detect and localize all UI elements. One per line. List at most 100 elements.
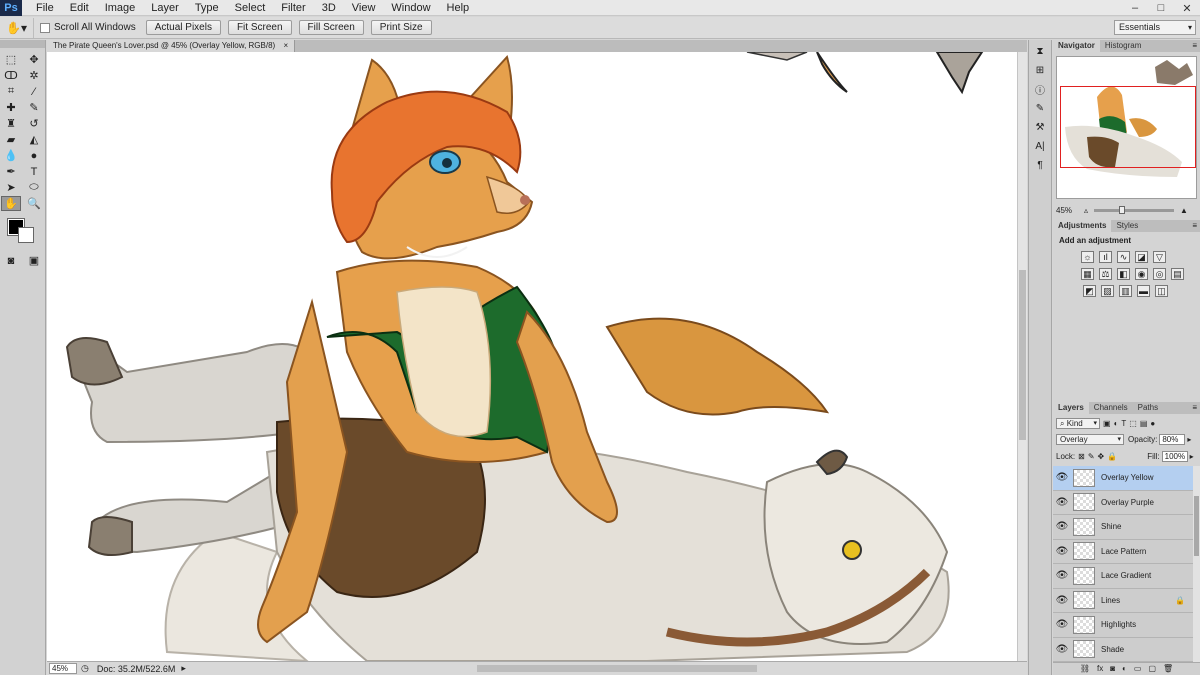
- color-lookup-icon[interactable]: ▤: [1171, 268, 1184, 280]
- selective-color-icon[interactable]: ◫: [1155, 285, 1168, 297]
- tab-layers[interactable]: Layers: [1053, 402, 1089, 414]
- zoom-out-icon[interactable]: ▵: [1084, 206, 1088, 215]
- pen-tool-icon[interactable]: ✒: [1, 164, 21, 179]
- menu-help[interactable]: Help: [439, 0, 478, 16]
- path-selection-tool-icon[interactable]: ➤: [1, 180, 21, 195]
- lasso-tool-icon[interactable]: ↀ: [1, 68, 21, 83]
- layers-scroll-thumb[interactable]: [1194, 496, 1199, 556]
- layer-kind-select[interactable]: ⌕ Kind ▾: [1056, 418, 1100, 429]
- visibility-eye-icon[interactable]: 👁: [1053, 521, 1071, 532]
- vertical-scroll-thumb[interactable]: [1019, 270, 1026, 440]
- layer-row[interactable]: 👁 Overlay Yellow: [1053, 466, 1193, 491]
- menu-window[interactable]: Window: [383, 0, 438, 16]
- shape-filter-icon[interactable]: ⬚: [1129, 419, 1137, 428]
- maximize-button[interactable]: □: [1148, 0, 1174, 16]
- panel-menu-icon[interactable]: ≡: [1192, 40, 1197, 52]
- layer-thumbnail[interactable]: [1073, 566, 1095, 585]
- close-icon[interactable]: ×: [283, 41, 288, 50]
- delete-layer-icon[interactable]: 🗑: [1163, 663, 1173, 675]
- navigator-thumbnail[interactable]: [1056, 56, 1197, 199]
- dodge-tool-icon[interactable]: ●: [24, 148, 44, 163]
- vertical-scrollbar[interactable]: [1017, 52, 1027, 661]
- actual-pixels-button[interactable]: Actual Pixels: [145, 20, 221, 35]
- minimize-button[interactable]: –: [1122, 0, 1148, 16]
- type-filter-icon[interactable]: T: [1121, 419, 1126, 428]
- gradient-map-icon[interactable]: ▬: [1137, 285, 1150, 297]
- visibility-eye-icon[interactable]: 👁: [1053, 472, 1071, 483]
- lock-position-icon[interactable]: ✥: [1098, 452, 1105, 461]
- zoom-in-icon[interactable]: ▲: [1180, 206, 1188, 215]
- visibility-eye-icon[interactable]: 👁: [1053, 619, 1071, 630]
- layer-thumbnail[interactable]: [1073, 542, 1095, 561]
- crop-tool-icon[interactable]: ⌗: [1, 84, 21, 99]
- close-button[interactable]: ✕: [1174, 0, 1200, 16]
- menu-edit[interactable]: Edit: [62, 0, 97, 16]
- menu-layer[interactable]: Layer: [143, 0, 187, 16]
- curves-icon[interactable]: ∿: [1117, 251, 1130, 263]
- tool-presets-icon[interactable]: ⚒: [1029, 119, 1051, 135]
- blur-tool-icon[interactable]: 💧: [1, 148, 21, 163]
- layer-row[interactable]: 👁 Lace Gradient: [1053, 564, 1193, 589]
- layer-row[interactable]: 👁 Lace Pattern: [1053, 540, 1193, 564]
- visibility-eye-icon[interactable]: 👁: [1053, 595, 1071, 606]
- adjustment-filter-icon[interactable]: ◐: [1114, 419, 1119, 428]
- hand-tool-icon[interactable]: ✋: [1, 196, 21, 211]
- visibility-eye-icon[interactable]: 👁: [1053, 546, 1071, 557]
- healing-brush-tool-icon[interactable]: ✚: [1, 100, 21, 115]
- tab-paths[interactable]: Paths: [1133, 402, 1163, 414]
- character-icon[interactable]: A|: [1029, 138, 1051, 154]
- layer-row[interactable]: 👁 Lines 🔒: [1053, 589, 1193, 613]
- fill-dropdown-icon[interactable]: ▸: [1190, 452, 1194, 461]
- paint-bucket-tool-icon[interactable]: ◭: [24, 132, 44, 147]
- visibility-eye-icon[interactable]: 👁: [1053, 644, 1071, 655]
- filter-toggle-icon[interactable]: ●: [1150, 419, 1155, 428]
- eraser-tool-icon[interactable]: ▰: [1, 132, 21, 147]
- layer-thumbnail[interactable]: [1073, 591, 1095, 610]
- vibrance-icon[interactable]: ▽: [1153, 251, 1166, 263]
- layer-style-icon[interactable]: fx: [1097, 663, 1103, 675]
- document-canvas[interactable]: [47, 52, 1017, 661]
- photo-filter-icon[interactable]: ◉: [1135, 268, 1148, 280]
- opacity-dropdown-icon[interactable]: ▸: [1187, 435, 1191, 444]
- panel-menu-icon[interactable]: ≡: [1192, 402, 1197, 414]
- history-brush-tool-icon[interactable]: ↺: [24, 116, 44, 131]
- tools-panel-header[interactable]: [0, 40, 45, 48]
- brightness-icon[interactable]: ☼: [1081, 251, 1094, 263]
- layer-thumbnail[interactable]: [1073, 517, 1095, 536]
- lock-pixels-icon[interactable]: ✎: [1088, 452, 1095, 461]
- blend-mode-select[interactable]: Overlay ▾: [1056, 434, 1124, 445]
- exposure-icon[interactable]: ◪: [1135, 251, 1148, 263]
- tab-adjustments[interactable]: Adjustments: [1053, 220, 1112, 232]
- clone-stamp-tool-icon[interactable]: ♜: [1, 116, 21, 131]
- tab-styles[interactable]: Styles: [1111, 220, 1143, 232]
- layer-thumbnail[interactable]: [1073, 493, 1095, 512]
- scroll-all-windows-checkbox[interactable]: Scroll All Windows: [40, 22, 136, 33]
- menu-type[interactable]: Type: [187, 0, 227, 16]
- workspace-select[interactable]: Essentials ▾: [1114, 20, 1196, 35]
- status-info-icon[interactable]: ◷: [81, 663, 89, 674]
- smart-object-filter-icon[interactable]: ▤: [1140, 419, 1148, 428]
- visibility-eye-icon[interactable]: 👁: [1053, 497, 1071, 508]
- layer-row[interactable]: 👁 Shine: [1053, 515, 1193, 540]
- info-icon[interactable]: ⓘ: [1029, 81, 1051, 97]
- menu-filter[interactable]: Filter: [273, 0, 313, 16]
- layers-scrollbar[interactable]: [1193, 466, 1200, 662]
- fit-screen-button[interactable]: Fit Screen: [227, 20, 292, 35]
- channel-mixer-icon[interactable]: ◎: [1153, 268, 1166, 280]
- opacity-field[interactable]: 80%: [1159, 434, 1186, 445]
- layer-thumbnail[interactable]: [1073, 615, 1095, 634]
- posterize-icon[interactable]: ▨: [1101, 285, 1114, 297]
- lock-transparent-icon[interactable]: ⊠: [1078, 452, 1085, 461]
- tab-navigator[interactable]: Navigator: [1053, 40, 1100, 52]
- marquee-tool-icon[interactable]: ⬚: [1, 52, 21, 67]
- screen-mode-icon[interactable]: ▣: [24, 253, 44, 268]
- tab-histogram[interactable]: Histogram: [1100, 40, 1146, 52]
- layer-row[interactable]: 👁 Highlights: [1053, 613, 1193, 638]
- brush-tool-icon[interactable]: ✎: [24, 100, 44, 115]
- swatch-icon[interactable]: ⊞: [1029, 62, 1051, 78]
- history-icon[interactable]: ⧗: [1029, 43, 1051, 59]
- threshold-icon[interactable]: ▥: [1119, 285, 1132, 297]
- visibility-eye-icon[interactable]: 👁: [1053, 570, 1071, 581]
- navigator-slider-knob[interactable]: [1119, 205, 1126, 214]
- black-white-icon[interactable]: ◧: [1117, 268, 1130, 280]
